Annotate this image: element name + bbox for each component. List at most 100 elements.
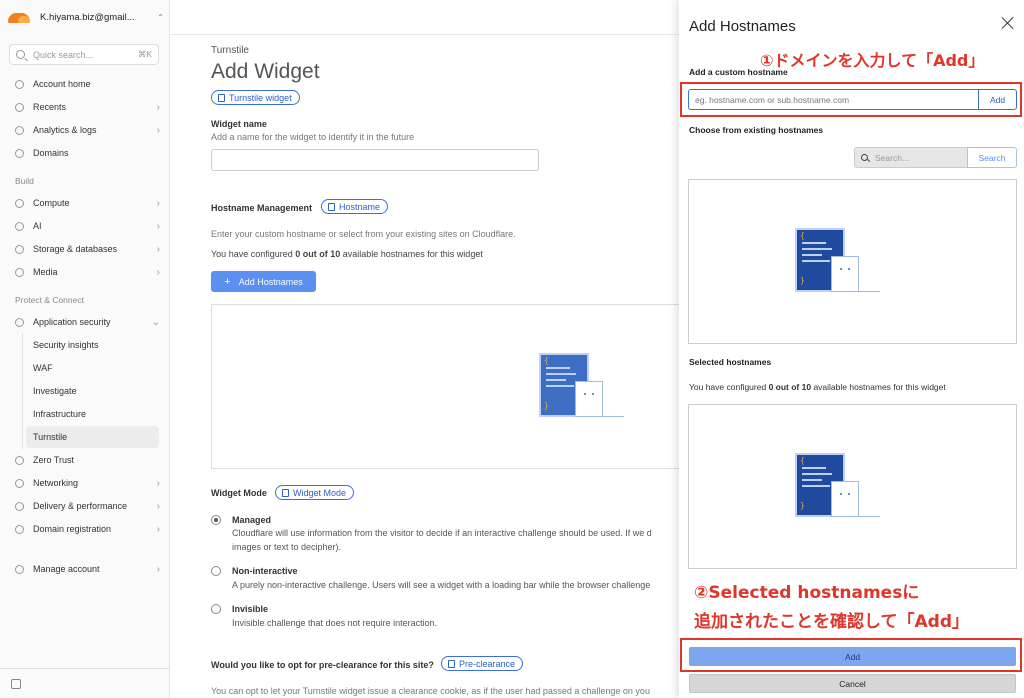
existing-hostnames-label: Choose from existing hostnames <box>689 125 824 135</box>
mode-non-interactive-desc: A purely non-interactive challenge. User… <box>232 580 651 590</box>
existing-hostnames-search-input[interactable]: Search... <box>854 147 967 168</box>
mode-managed-title: Managed <box>232 515 272 525</box>
sidebar-subitem-waf[interactable]: WAF <box>33 363 53 373</box>
breadcrumb: Turnstile <box>211 45 249 56</box>
chevron-right-icon: › <box>156 101 160 113</box>
hostname-list-empty: { } <box>211 304 681 469</box>
sidebar-subitem-infrastructure[interactable]: Infrastructure <box>33 409 86 419</box>
quick-search-placeholder: Quick search... <box>33 49 94 60</box>
preclearance-doc-link[interactable]: Pre-clearance <box>441 656 524 671</box>
panel-title: Add Hostnames <box>689 18 796 35</box>
analytics-icon <box>15 125 24 135</box>
panel-cancel-button[interactable]: Cancel <box>689 674 1016 693</box>
sidebar-item-domains[interactable]: Domains <box>15 144 160 162</box>
page-title: Add Widget <box>211 60 320 83</box>
account-name: K.hiyama.biz@gmail... <box>40 11 135 23</box>
annotation-step2-line2: 追加されたことを確認して「Add」 <box>694 612 969 632</box>
section-build: Build <box>15 176 34 186</box>
docs-icon <box>282 488 289 497</box>
sidebar-item-delivery[interactable]: Delivery & performance › <box>15 497 160 515</box>
home-icon <box>15 79 24 89</box>
sidebar-collapse-icon[interactable] <box>11 679 21 689</box>
divider <box>0 668 170 669</box>
sidebar-item-ai[interactable]: AI › <box>15 217 160 235</box>
widget-name-input[interactable] <box>211 149 539 171</box>
widget-mode-doc-link[interactable]: Widget Mode <box>275 485 355 500</box>
turnstile-widget-doc-link[interactable]: Turnstile widget <box>211 90 300 105</box>
network-icon <box>15 478 24 488</box>
compute-icon <box>15 198 24 208</box>
account-switcher[interactable]: K.hiyama.biz@gmail... ⌃ <box>6 8 164 26</box>
sidebar-item-analytics[interactable]: Analytics & logs › <box>15 121 160 139</box>
media-icon <box>15 267 24 277</box>
sidebar-subitem-investigate[interactable]: Investigate <box>33 386 77 396</box>
add-hostnames-button[interactable]: + Add Hostnames <box>211 271 316 292</box>
sidebar-subitem-turnstile[interactable]: Turnstile <box>33 432 67 442</box>
gear-icon <box>15 564 24 574</box>
mode-invisible-radio[interactable] <box>211 604 221 614</box>
hostname-help: Enter your custom hostname or select fro… <box>211 229 516 239</box>
sidebar-subitem-security-insights[interactable]: Security insights <box>33 340 99 350</box>
mode-non-interactive-radio[interactable] <box>211 566 221 576</box>
sidebar-item-zero-trust[interactable]: Zero Trust <box>15 451 160 469</box>
submenu-rail <box>22 333 23 449</box>
chevron-right-icon: › <box>156 477 160 489</box>
database-icon <box>15 244 24 254</box>
sidebar-item-manage-account[interactable]: Manage account › <box>15 560 160 578</box>
chevron-right-icon: › <box>156 266 160 278</box>
ai-icon <box>15 221 24 231</box>
section-protect-connect: Protect & Connect <box>15 295 84 305</box>
docs-icon <box>328 202 335 211</box>
annotation-step1: ①ドメインを入力して「Add」 <box>760 51 985 70</box>
sidebar: K.hiyama.biz@gmail... ⌃ Quick search... … <box>0 0 170 698</box>
mode-non-interactive-title: Non-interactive <box>232 566 298 576</box>
chevron-right-icon: › <box>156 563 160 575</box>
mode-managed-radio[interactable] <box>211 515 221 525</box>
widget-mode-label: Widget Mode <box>211 488 267 498</box>
chevron-right-icon: › <box>156 197 160 209</box>
preclearance-help: You can opt to let your Turnstile widget… <box>211 686 650 696</box>
cloudflare-logo-icon <box>6 10 32 24</box>
search-icon <box>16 50 25 59</box>
sidebar-item-domain-registration[interactable]: Domain registration › <box>15 520 160 538</box>
hostname-management-label: Hostname Management <box>211 203 313 213</box>
sidebar-item-account-home[interactable]: Account home <box>15 75 160 93</box>
docs-icon <box>218 93 225 102</box>
existing-hostnames-search-button[interactable]: Search <box>967 147 1017 168</box>
annotation-box-add-button <box>680 638 1022 672</box>
configured-count-text: You have configured 0 out of 10 availabl… <box>211 249 483 259</box>
mode-managed-desc: Cloudflare will use information from the… <box>232 528 652 552</box>
selected-hostnames-label: Selected hostnames <box>689 357 772 367</box>
plus-icon: + <box>224 275 231 288</box>
selected-configured-text: You have configured 0 out of 10 availabl… <box>689 382 946 392</box>
sidebar-item-networking[interactable]: Networking › <box>15 474 160 492</box>
close-icon[interactable] <box>1001 16 1015 30</box>
zero-trust-icon <box>15 455 24 465</box>
chevron-right-icon: › <box>156 500 160 512</box>
lightning-icon <box>15 501 24 511</box>
globe-icon <box>15 524 24 534</box>
widget-name-help: Add a name for the widget to identify it… <box>211 132 415 142</box>
sidebar-item-media[interactable]: Media › <box>15 263 160 281</box>
quick-search-shortcut: ⌘K <box>137 49 152 59</box>
search-icon <box>861 154 868 161</box>
sidebar-item-storage[interactable]: Storage & databases › <box>15 240 160 258</box>
sidebar-item-compute[interactable]: Compute › <box>15 194 160 212</box>
widget-name-label: Widget name <box>211 119 267 129</box>
header-divider <box>170 34 680 35</box>
chevron-right-icon: › <box>156 124 160 136</box>
sidebar-item-recents[interactable]: Recents › <box>15 98 160 116</box>
quick-search-input[interactable]: Quick search... ⌘K <box>9 44 159 65</box>
preclearance-label: Would you like to opt for pre-clearance … <box>211 660 434 670</box>
annotation-step2-line1: ②Selected hostnamesに <box>694 583 920 603</box>
annotation-box-custom-hostname <box>680 82 1022 117</box>
globe-icon <box>15 148 24 158</box>
chevron-right-icon: › <box>156 243 160 255</box>
chevron-down-icon: ⌄ <box>151 316 160 328</box>
sidebar-item-application-security[interactable]: Application security ⌄ <box>15 313 160 331</box>
chevron-updown-icon: ⌃ <box>157 12 164 22</box>
mode-invisible-desc: Invisible challenge that does not requir… <box>232 618 438 628</box>
chevron-right-icon: › <box>156 220 160 232</box>
docs-icon <box>448 659 455 668</box>
hostname-doc-link[interactable]: Hostname <box>321 199 389 214</box>
